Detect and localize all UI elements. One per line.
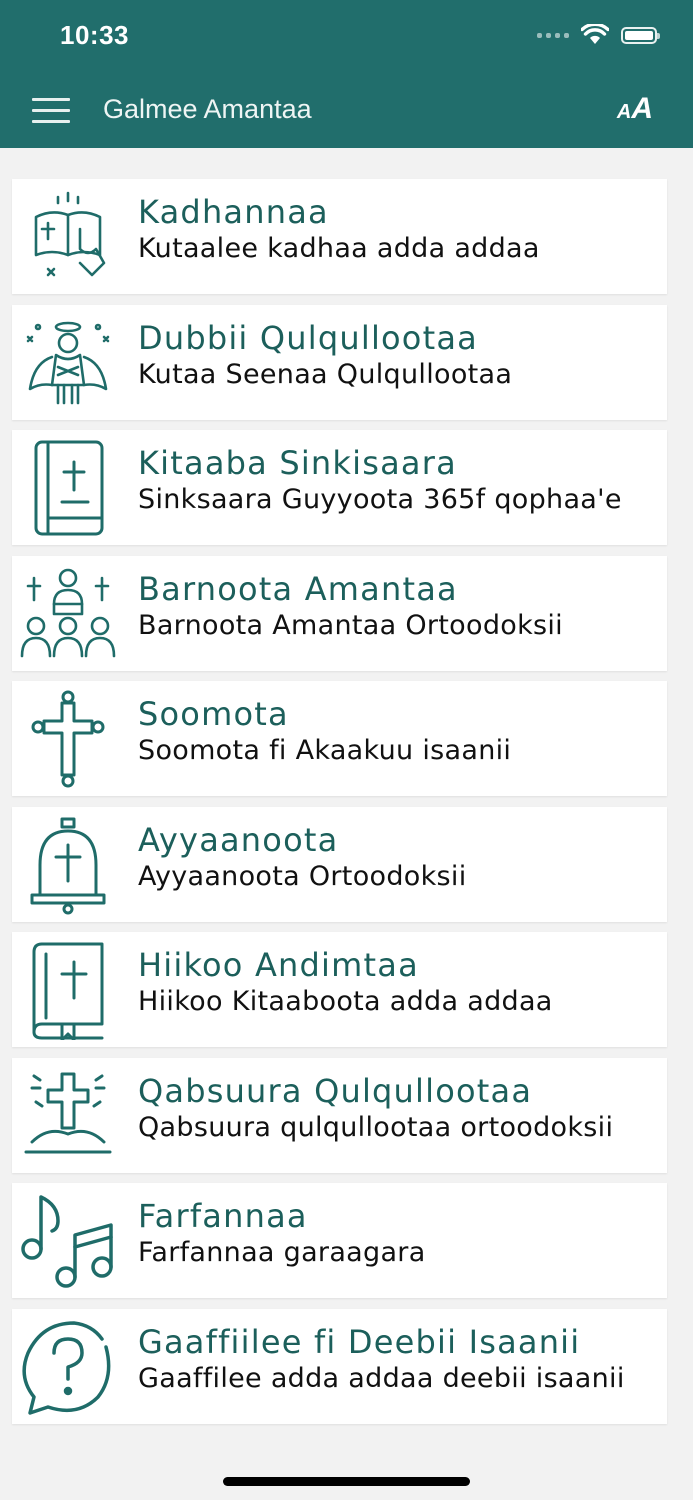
angel-icon bbox=[18, 313, 118, 413]
cellular-signal-icon bbox=[537, 32, 569, 38]
status-time: 10:33 bbox=[60, 20, 129, 50]
item-title: Dubbii Qulqullootaa bbox=[138, 318, 478, 357]
question-bubble-icon bbox=[18, 1317, 118, 1417]
item-subtitle: Sinksaara Guyyoota 365f qophaa'e bbox=[138, 484, 622, 515]
item-title: Soomota bbox=[138, 695, 289, 733]
item-subtitle: Gaaffilee adda addaa deebii isaanii bbox=[138, 1362, 625, 1394]
item-subtitle: Kutaalee kadhaa adda addaa bbox=[138, 233, 540, 264]
item-title: Farfannaa bbox=[138, 1197, 308, 1235]
item-title: Ayyaanoota bbox=[138, 820, 339, 859]
menu-button[interactable] bbox=[32, 96, 72, 124]
font-size-button[interactable]: AA bbox=[617, 92, 653, 126]
home-indicator[interactable] bbox=[223, 1477, 470, 1486]
item-subtitle: Kutaa Seenaa Qulqullootaa bbox=[138, 358, 513, 390]
list-item-qabsuura-qulqullootaa[interactable]: Qabsuura Qulqullootaa Qabsuura qulqulloo… bbox=[12, 1057, 667, 1173]
list-item-barnoota-amantaa[interactable]: Barnoota Amantaa Barnoota Amantaa Ortood… bbox=[12, 555, 667, 671]
list-item-dubbii-qulqullootaa[interactable]: Dubbii Qulqullootaa Kutaa Seenaa Qulqull… bbox=[12, 304, 667, 420]
wifi-icon bbox=[581, 24, 609, 44]
prayer-book-icon bbox=[18, 187, 118, 287]
item-title: Barnoota Amantaa bbox=[138, 569, 458, 608]
item-title: Kadhannaa bbox=[138, 193, 329, 231]
item-title: Qabsuura Qulqullootaa bbox=[138, 1071, 533, 1110]
item-subtitle: Hiikoo Kitaaboota adda addaa bbox=[138, 986, 553, 1017]
cross-icon bbox=[18, 689, 118, 789]
item-subtitle: Qabsuura qulqullootaa ortoodoksii bbox=[138, 1111, 614, 1143]
app-title: Galmee Amantaa bbox=[103, 94, 312, 124]
preacher-icon bbox=[18, 564, 118, 664]
item-title: Hiikoo Andimtaa bbox=[138, 946, 419, 984]
list-item-kadhannaa[interactable]: Kadhannaa Kutaalee kadhaa adda addaa bbox=[12, 179, 667, 294]
list-item-gaaffiilee-fi-deebii[interactable]: Gaaffiilee fi Deebii Isaanii Gaaffilee a… bbox=[12, 1308, 667, 1424]
list-item-ayyaanoota[interactable]: Ayyaanoota Ayyaanoota Ortoodoksii bbox=[12, 806, 667, 922]
list-item-soomota[interactable]: Soomota Soomota fi Akaakuu isaanii bbox=[12, 681, 667, 796]
list-item-farfannaa[interactable]: Farfannaa Farfannaa garaagara bbox=[12, 1183, 667, 1298]
item-subtitle: Farfannaa garaagara bbox=[138, 1237, 426, 1268]
app-header: 10:33 Galmee Amantaa AA bbox=[0, 0, 693, 148]
music-notes-icon bbox=[18, 1191, 118, 1291]
holy-book-icon bbox=[18, 940, 118, 1042]
item-title: Gaaffiilee fi Deebii Isaanii bbox=[138, 1322, 581, 1361]
list-item-hiikoo-andimtaa[interactable]: Hiikoo Andimtaa Hiikoo Kitaaboota adda a… bbox=[12, 932, 667, 1047]
item-subtitle: Ayyaanoota Ortoodoksii bbox=[138, 860, 467, 892]
status-icons bbox=[537, 24, 660, 46]
grave-cross-icon bbox=[18, 1066, 118, 1166]
battery-icon bbox=[621, 26, 660, 44]
bible-book-icon bbox=[18, 438, 118, 538]
list-item-kitaaba-sinkisaara[interactable]: Kitaaba Sinkisaara Sinksaara Guyyoota 36… bbox=[12, 430, 667, 545]
church-bell-icon bbox=[18, 815, 118, 915]
item-subtitle: Barnoota Amantaa Ortoodoksii bbox=[138, 609, 563, 641]
item-subtitle: Soomota fi Akaakuu isaanii bbox=[138, 735, 512, 766]
menu-list: Kadhannaa Kutaalee kadhaa adda addaa Dub… bbox=[12, 179, 667, 1434]
item-title: Kitaaba Sinkisaara bbox=[138, 444, 457, 482]
